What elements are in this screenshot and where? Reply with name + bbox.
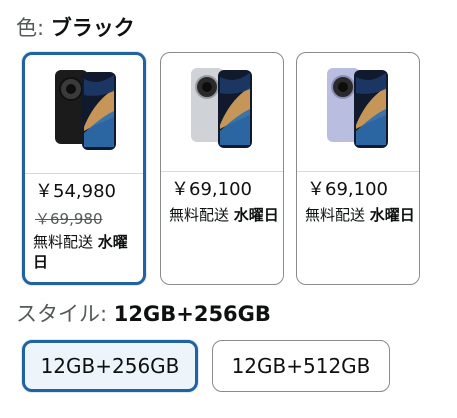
- color-swatch-black[interactable]: ￥54,980 ￥69,980 無料配送 水曜日: [22, 52, 146, 285]
- delivery-prefix: 無料配送: [169, 206, 234, 224]
- delivery-prefix: 無料配送: [33, 233, 98, 251]
- delivery-day: 水曜日: [369, 206, 415, 224]
- smartphone-black-icon: [25, 55, 143, 173]
- color-label: 色:: [16, 16, 51, 40]
- selected-color-value: ブラック: [50, 16, 135, 40]
- swatch-list-price: ￥69,980: [35, 210, 103, 228]
- swatch-divider: [25, 173, 143, 174]
- swatch-price: ￥54,980: [35, 181, 116, 202]
- color-selector-heading: 色: ブラック: [16, 14, 135, 42]
- delivery-day: 水曜日: [233, 206, 279, 224]
- delivery-prefix: 無料配送: [305, 206, 370, 224]
- style-option-12gb-256gb[interactable]: 12GB+256GB: [22, 340, 198, 392]
- swatch-delivery: 無料配送 水曜日: [305, 205, 415, 225]
- style-option-12gb-512gb[interactable]: 12GB+512GB: [212, 340, 390, 392]
- style-label: スタイル:: [16, 302, 114, 326]
- smartphone-lavender-icon: [297, 53, 419, 171]
- color-swatch-lavender[interactable]: ￥69,100 無料配送 水曜日: [296, 52, 420, 285]
- swatch-price: ￥69,100: [307, 179, 388, 200]
- smartphone-silver-icon: [161, 53, 283, 171]
- selected-style-value: 12GB+256GB: [113, 302, 271, 326]
- swatch-delivery: 無料配送 水曜日: [169, 205, 279, 225]
- swatch-divider: [161, 171, 283, 172]
- swatch-delivery: 無料配送 水曜日: [33, 232, 139, 272]
- swatch-divider: [297, 171, 419, 172]
- style-selector-heading: スタイル: 12GB+256GB: [16, 300, 271, 328]
- swatch-price: ￥69,100: [171, 179, 252, 200]
- color-swatch-silver[interactable]: ￥69,100 無料配送 水曜日: [160, 52, 284, 285]
